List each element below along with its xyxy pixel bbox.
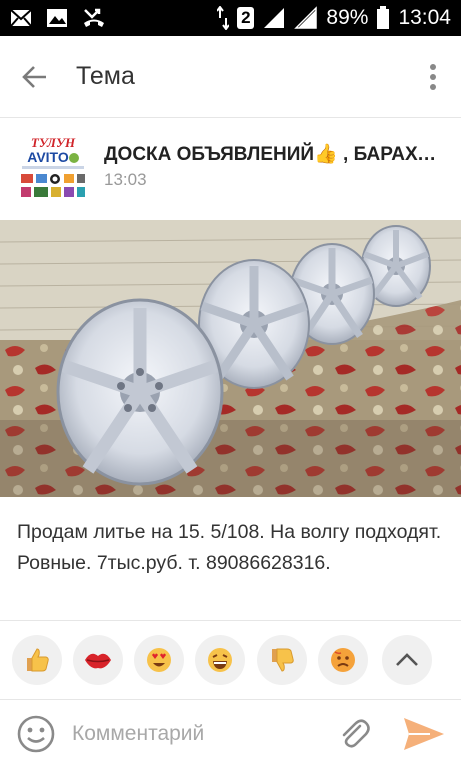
signal-icon-2 [294, 6, 318, 30]
attach-button[interactable] [334, 714, 374, 754]
post-photo[interactable] [0, 220, 461, 497]
thumbs-up-icon [27, 648, 49, 672]
back-arrow-icon [22, 65, 46, 88]
thumbs-down-icon [272, 648, 294, 672]
smiley-icon [17, 715, 55, 753]
reaction-like-button[interactable] [12, 635, 62, 685]
back-button[interactable] [0, 36, 70, 118]
missed-call-icon [82, 7, 106, 29]
app-bar: Тема [0, 36, 461, 118]
battery-icon [376, 6, 390, 30]
status-time: 13:04 [398, 6, 451, 29]
group-name[interactable]: ДОСКА ОБЪЯВЛЕНИЙ👍 , БАРАХОЛКА [104, 142, 449, 166]
heart-eyes-icon [147, 648, 171, 672]
group-header[interactable]: ТУЛУН AVITO ДОСКА ОБЪЯВЛЕНИЙ👍 , БАРАХОЛК… [0, 118, 461, 220]
image-icon [46, 8, 68, 28]
reaction-laugh-button[interactable] [195, 635, 245, 685]
reaction-love-button[interactable] [134, 635, 184, 685]
reaction-sad-button[interactable] [318, 635, 368, 685]
comment-bar [0, 700, 461, 768]
send-icon [404, 718, 444, 750]
signal-icon [262, 6, 286, 30]
more-vertical-icon [430, 63, 436, 90]
sad-face-icon [331, 648, 355, 672]
collapse-chevron-icon [396, 653, 418, 666]
wheel-1 [56, 298, 224, 486]
laughing-icon [208, 648, 232, 672]
send-button[interactable] [400, 714, 448, 754]
logo-text-top: ТУЛУН [31, 135, 76, 150]
overflow-menu-button[interactable] [405, 36, 461, 118]
kiss-lips-icon [85, 653, 111, 669]
reactions-collapse-button[interactable] [382, 635, 432, 685]
battery-percent: 89% [326, 6, 369, 29]
paperclip-icon [342, 719, 370, 748]
reaction-dislike-button[interactable] [257, 635, 307, 685]
reactions-bar [0, 620, 461, 700]
post-time: 13:03 [104, 170, 147, 189]
comment-input[interactable] [72, 718, 322, 750]
sim-label: 2 [241, 8, 251, 27]
status-bar: 2 89% 13:04 [0, 0, 461, 36]
post-text: Продам литье на 15. 5/108. На волгу подх… [17, 521, 442, 574]
page-title: Тема [76, 62, 135, 90]
mail-icon [10, 9, 32, 27]
emoji-button[interactable] [16, 714, 56, 754]
sim-badge: 2 [237, 7, 255, 29]
reaction-kiss-button[interactable] [73, 635, 123, 685]
group-logo[interactable]: ТУЛУН AVITO [18, 134, 88, 200]
logo-text-brand: AVITO [27, 149, 69, 165]
data-arrows-icon [217, 6, 230, 30]
